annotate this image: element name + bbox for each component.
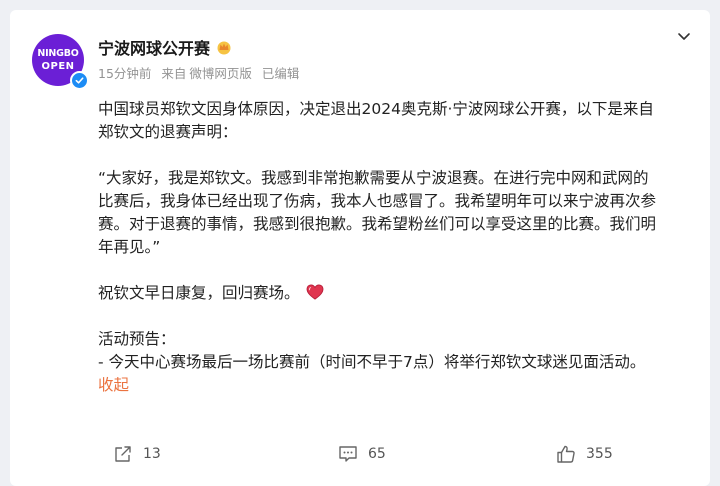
comment-count: 65 (368, 446, 386, 462)
wish-text: 祝钦文早日康复，回归赛场。 (98, 284, 300, 302)
avatar-text-line1: NINGBO (37, 48, 79, 59)
like-button[interactable]: 355 (556, 444, 613, 464)
collapse-link[interactable]: 收起 (98, 376, 129, 394)
source-prefix: 来自 (161, 66, 187, 81)
username[interactable]: 宁波网球公开赛 (98, 35, 232, 59)
post-source[interactable]: 微博网页版 (189, 66, 252, 81)
post-body: 中国球员郑钦文因身体原因，决定退出2024奥克斯·宁波网球公开赛，以下是来自 郑… (98, 98, 696, 397)
share-button[interactable]: 13 (113, 444, 161, 464)
post-line: - 今天中心赛场最后一场比赛前（时间不早于7点）将举行郑钦文球迷见面活动。 (98, 353, 646, 371)
comment-icon (339, 446, 357, 462)
verified-badge-icon (70, 71, 89, 90)
post-meta: 15分钟前 来自 微博网页版 已编辑 (98, 63, 305, 82)
crown-icon (217, 41, 231, 55)
post-line: 年再见。” (98, 238, 161, 256)
post-line: 赛。对于退赛的事情，我感到很抱歉。我希望粉丝们可以享受这里的比赛。我们明 (98, 215, 657, 233)
action-bar: 13 65 355 (10, 440, 710, 470)
share-icon (115, 446, 131, 462)
chevron-down-icon[interactable] (676, 28, 692, 44)
post-line: 中国球员郑钦文因身体原因，决定退出2024奥克斯·宁波网球公开赛，以下是来自 (98, 100, 654, 118)
post-line: “大家好，我是郑钦文。我感到非常抱歉需要从宁波退赛。在进行完中网和武网的 (98, 169, 649, 187)
edited-label[interactable]: 已编辑 (262, 66, 300, 81)
heart-emoji-icon (307, 284, 324, 300)
post-line: 郑钦文的退赛声明： (98, 123, 238, 141)
like-count: 355 (586, 446, 613, 462)
post-time[interactable]: 15分钟前 (98, 66, 151, 81)
username-text[interactable]: 宁波网球公开赛 (98, 35, 210, 59)
post-line: 活动预告： (98, 330, 176, 348)
weibo-post-card: NINGBO OPEN 宁波网球公开赛 15分钟前 来自 微博网页版 已编辑 中国… (10, 10, 710, 486)
post-line-wish: 祝钦文早日康复，回归赛场。 (98, 282, 696, 305)
share-count: 13 (143, 446, 161, 462)
like-icon (557, 445, 575, 463)
post-line: 比赛后，我身体已经出现了伤病，我本人也感冒了。我希望明年可以来宁波再次参 (98, 192, 657, 210)
avatar-text-line2: OPEN (41, 61, 75, 72)
comment-button[interactable]: 65 (338, 444, 386, 464)
